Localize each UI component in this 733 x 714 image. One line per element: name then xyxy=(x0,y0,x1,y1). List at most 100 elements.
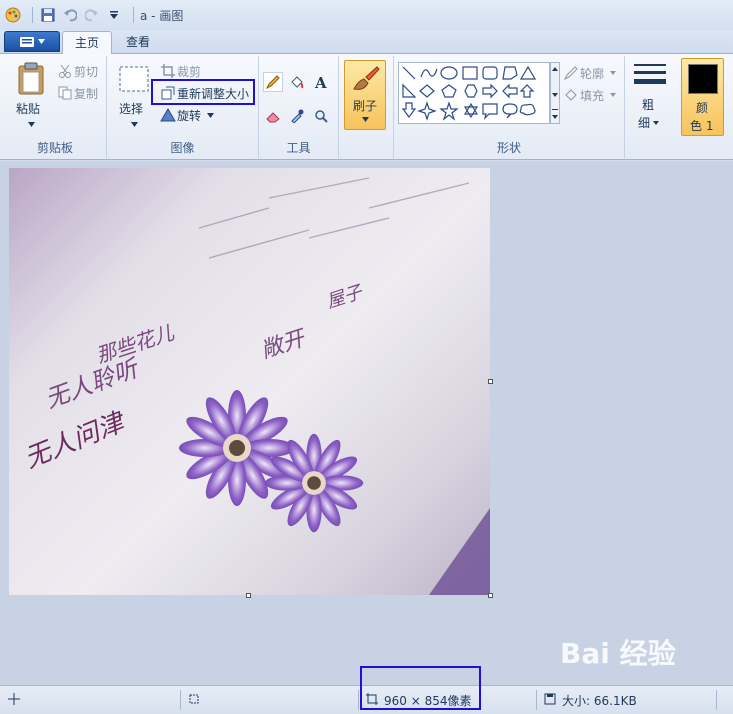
paste-label: 粘贴 xyxy=(16,102,41,116)
color1-swatch xyxy=(688,64,718,94)
scissors-icon xyxy=(56,62,74,80)
clipboard-group-label: 剪贴板 xyxy=(36,141,73,155)
chevron-down-icon xyxy=(610,93,616,97)
paste-button[interactable]: 粘贴 xyxy=(12,60,52,130)
four-point-star-icon xyxy=(417,101,437,121)
paint-app-icon[interactable] xyxy=(4,6,22,24)
image-group-label: 图像 xyxy=(170,141,195,155)
ribbon-tabs: 主页 查看 xyxy=(0,30,733,55)
chevron-down-icon xyxy=(362,117,369,122)
arrow-left-shape-icon xyxy=(502,83,518,99)
polygon-shape-icon xyxy=(502,66,518,80)
chevron-down-icon xyxy=(610,71,616,75)
tab-view[interactable]: 查看 xyxy=(114,31,162,55)
selection-rect-icon xyxy=(119,66,149,92)
window-title: a - 画图 xyxy=(140,8,184,23)
brushes-button[interactable]: 刷子 xyxy=(344,60,386,130)
eraser-icon[interactable] xyxy=(263,106,283,126)
tools-group: A 工具 xyxy=(259,56,339,158)
six-point-star-icon xyxy=(463,102,479,119)
resize-handle-corner[interactable] xyxy=(488,593,493,598)
line-thickness-icon xyxy=(634,64,666,84)
save-icon[interactable] xyxy=(39,6,57,24)
customize-toolbar-icon[interactable] xyxy=(105,6,123,24)
title-separator xyxy=(32,7,33,23)
canvas-area[interactable]: 那些花儿 无人聆听 无人问津 敞开 屋子 xyxy=(0,161,733,685)
disk-icon xyxy=(544,693,556,708)
status-separator xyxy=(536,690,537,710)
file-menu-icon xyxy=(19,36,34,47)
shapes-group: 轮廓 填充 形状 xyxy=(393,56,625,158)
rect-callout-icon xyxy=(482,103,498,120)
title-separator xyxy=(133,7,134,23)
status-separator xyxy=(716,690,717,710)
cloud-callout-icon xyxy=(519,103,536,116)
rectangle-shape-icon xyxy=(462,66,478,80)
color1-label-1: 颜 xyxy=(696,101,709,115)
dimensions-highlight-box xyxy=(360,666,481,710)
arrow-up-shape-icon xyxy=(519,84,535,98)
size-button[interactable]: 粗 细 xyxy=(630,60,670,130)
file-menu-button[interactable] xyxy=(4,31,60,52)
select-label: 选择 xyxy=(119,102,144,116)
handwriting-line: 屋子 xyxy=(324,281,367,313)
status-separator xyxy=(180,690,181,710)
undo-icon[interactable] xyxy=(61,6,79,24)
file-size: 大小: 66.1KB xyxy=(562,694,637,708)
selection-size-icon xyxy=(188,693,200,708)
resize-handle-right[interactable] xyxy=(488,379,493,384)
right-triangle-shape-icon xyxy=(402,83,417,98)
fill-bucket-icon[interactable] xyxy=(287,72,307,92)
scroll-arrows-icon xyxy=(552,67,558,119)
image-group: 选择 裁剪 重新调整大小 旋转 图像 xyxy=(107,56,259,158)
line-shape-icon xyxy=(402,66,416,80)
arrow-right-shape-icon xyxy=(482,83,498,99)
copy-icon xyxy=(56,84,74,102)
handwriting-line: 敞开 xyxy=(258,325,310,363)
oval-shape-icon xyxy=(440,66,458,80)
svg-text:A: A xyxy=(314,75,327,89)
clipboard-group: 粘贴 剪切 复制 剪贴板 xyxy=(4,56,107,158)
size-label-2: 细 xyxy=(638,116,651,130)
chevron-down-icon xyxy=(207,113,214,118)
color1-label-2: 色 1 xyxy=(690,119,714,133)
shapes-gallery-icons xyxy=(401,65,537,121)
size-label-1: 粗 xyxy=(642,98,655,112)
crop-button[interactable]: 裁剪 xyxy=(177,63,201,80)
color1-button[interactable]: 颜 色 1 xyxy=(681,58,724,136)
copy-button[interactable]: 复制 xyxy=(74,85,98,102)
arrow-down-shape-icon xyxy=(401,102,417,118)
tab-home[interactable]: 主页 xyxy=(62,31,113,55)
canvas-image[interactable]: 那些花儿 无人聆听 无人问津 敞开 屋子 xyxy=(9,168,490,595)
oval-callout-icon xyxy=(502,103,518,119)
shapes-gallery xyxy=(398,62,550,124)
rotate-icon xyxy=(159,106,177,124)
select-button[interactable]: 选择 xyxy=(113,60,153,130)
outline-button[interactable]: 轮廓 xyxy=(580,65,604,82)
cut-button[interactable]: 剪切 xyxy=(74,63,98,80)
status-separator xyxy=(358,690,359,710)
five-point-star-icon xyxy=(439,101,459,121)
tools-group-label: 工具 xyxy=(286,141,311,155)
crop-icon xyxy=(159,62,177,80)
resize-handle-bottom[interactable] xyxy=(246,593,251,598)
hexagon-shape-icon xyxy=(464,84,478,98)
handwriting-line: 无人聆听 xyxy=(41,353,144,413)
curve-shape-icon xyxy=(420,68,438,78)
text-tool-icon[interactable]: A xyxy=(311,72,331,92)
fill-button[interactable]: 填充 xyxy=(580,87,604,104)
magnifier-icon[interactable] xyxy=(311,106,331,126)
triangle-shape-icon xyxy=(519,65,537,80)
color-picker-icon[interactable] xyxy=(287,106,307,126)
pentagon-shape-icon xyxy=(441,84,457,98)
photo-drawing: 那些花儿 无人聆听 无人问津 敞开 屋子 xyxy=(20,177,490,595)
handwriting-line: 那些花儿 xyxy=(93,320,177,368)
shapes-gallery-scroll[interactable] xyxy=(550,62,560,124)
clipboard-icon xyxy=(18,62,44,95)
redo-icon[interactable] xyxy=(83,6,101,24)
pencil-icon[interactable] xyxy=(263,72,283,92)
rounded-rectangle-shape-icon xyxy=(482,66,498,80)
rotate-button[interactable]: 旋转 xyxy=(177,107,201,124)
handwriting-line: 无人问津 xyxy=(20,407,130,475)
watermark: Bai 经验 xyxy=(560,637,676,670)
